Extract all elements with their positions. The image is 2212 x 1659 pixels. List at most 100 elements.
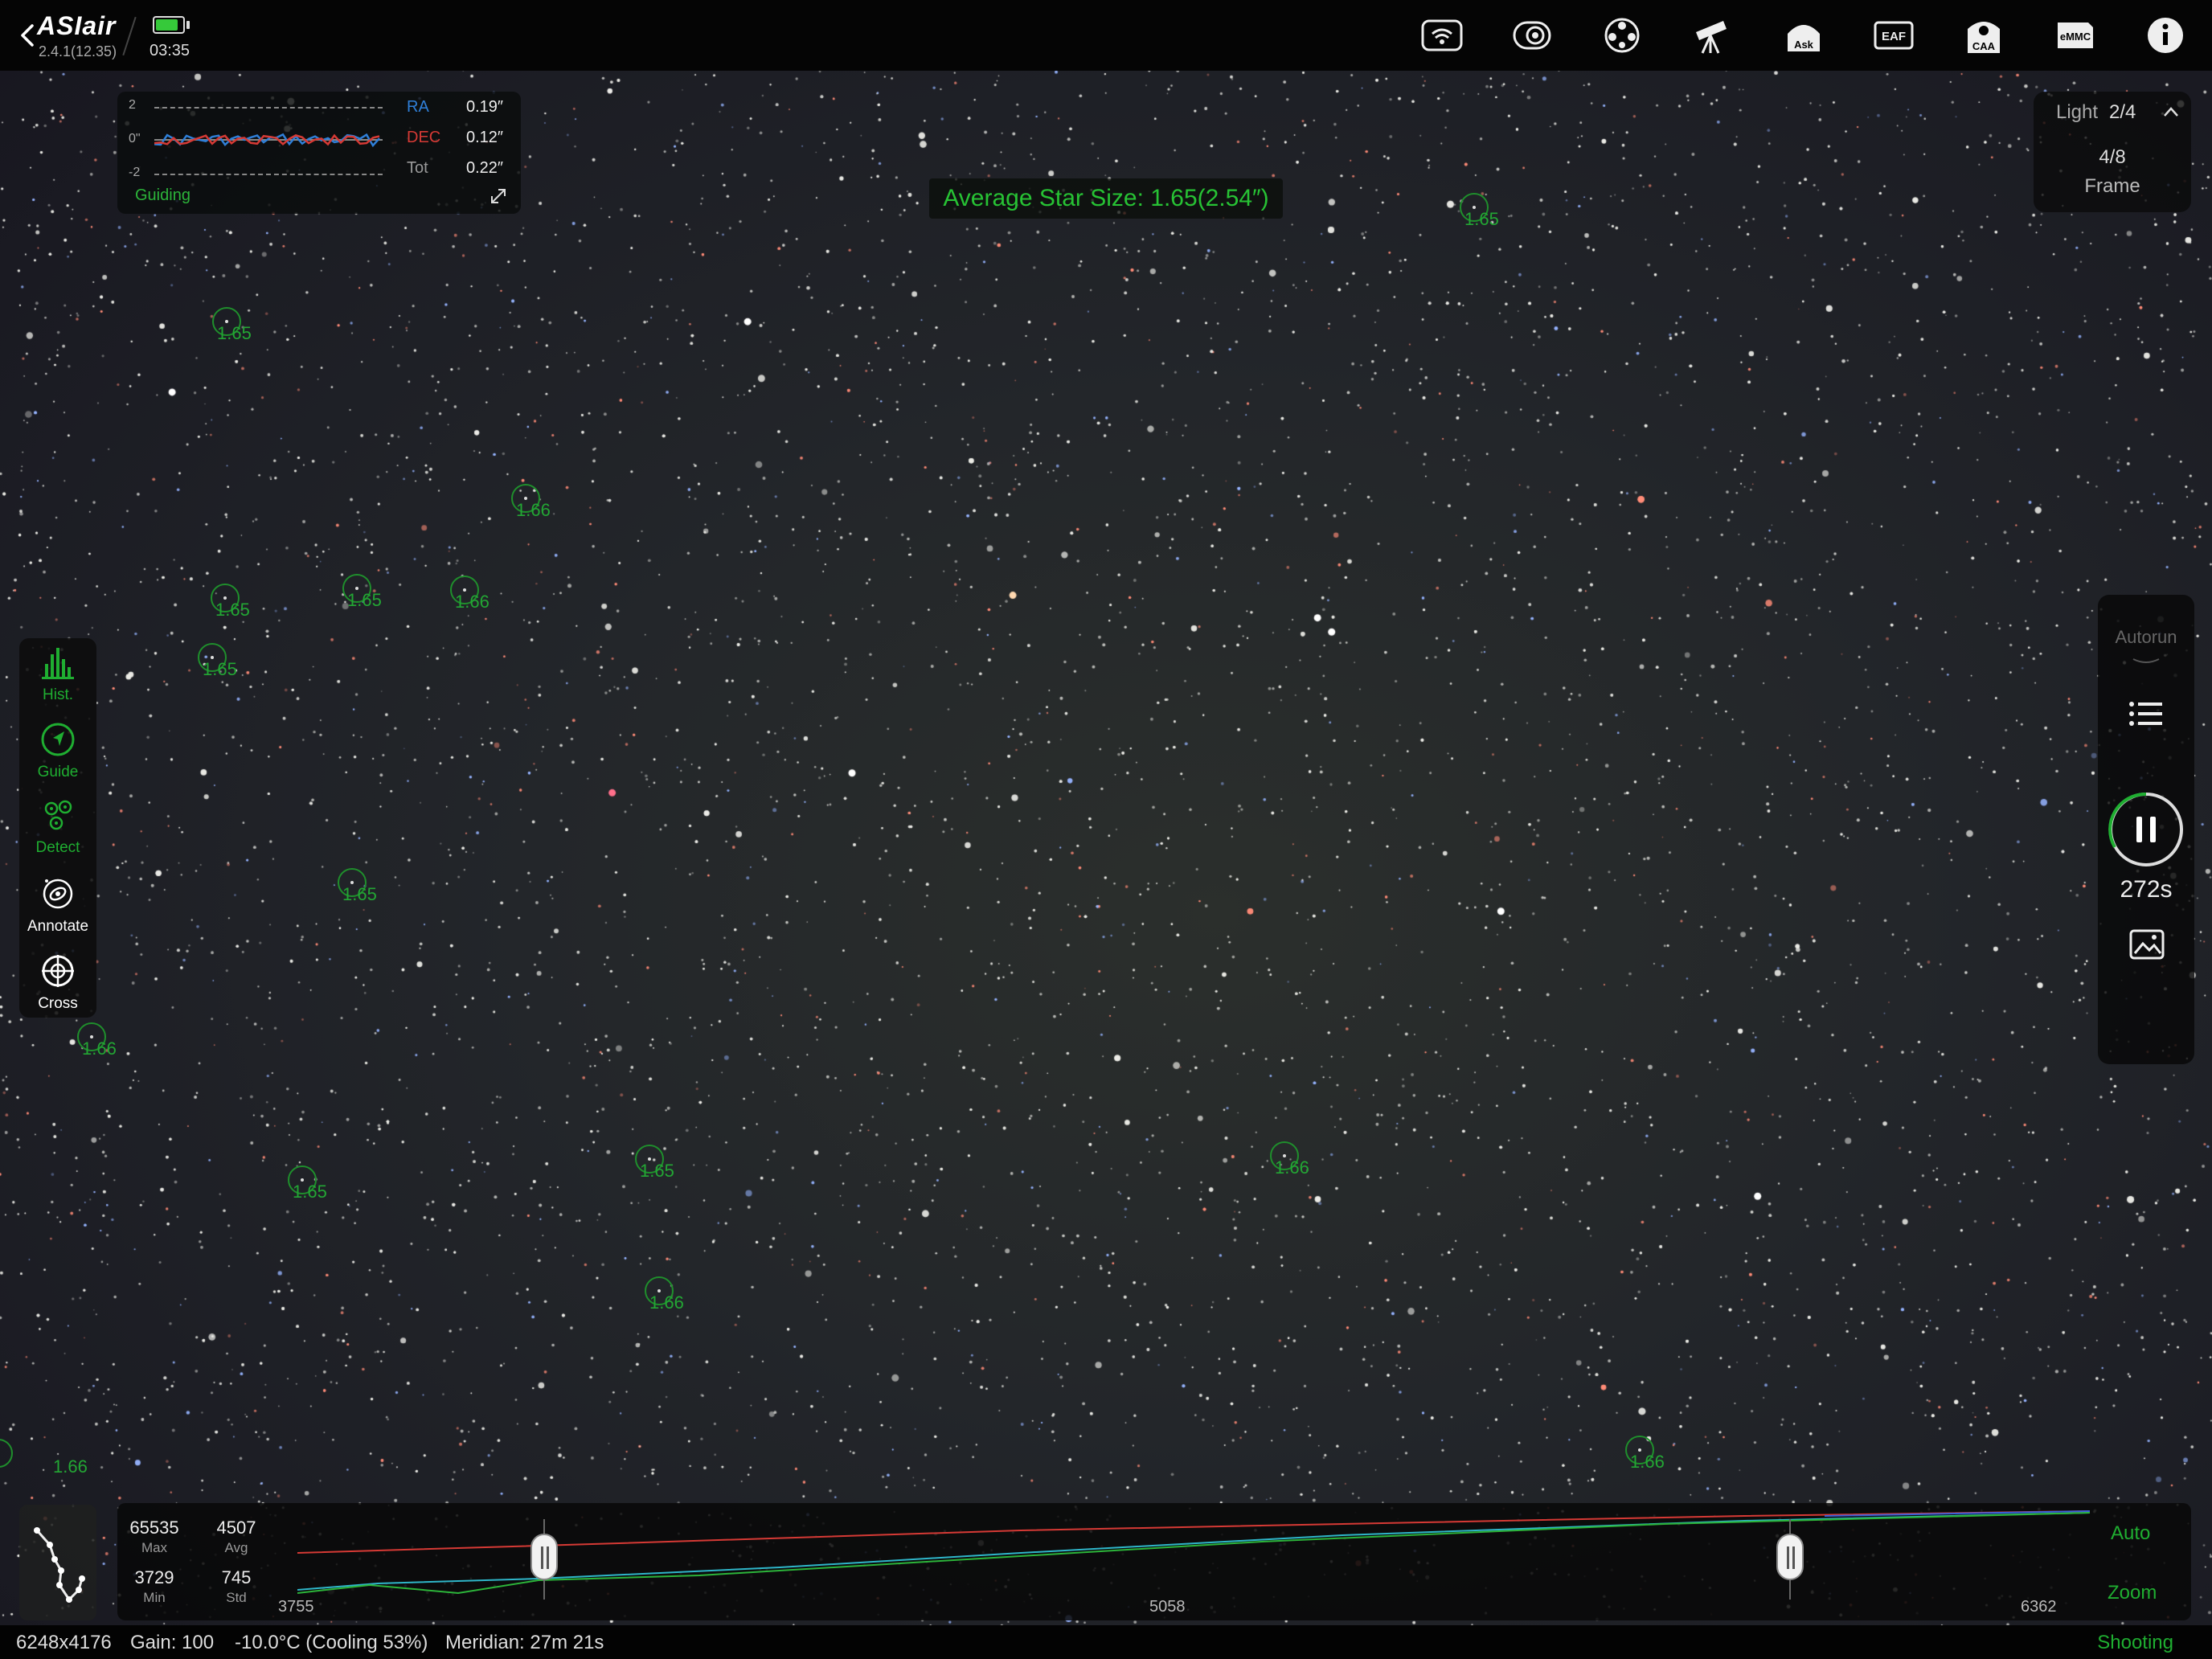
star-marker: 1.66 <box>1625 1436 1665 1472</box>
emmc-icon[interactable]: eMMC <box>2053 14 2098 56</box>
star-marker: 1.66 <box>77 1022 117 1059</box>
star-marker: 1.65 <box>635 1145 674 1181</box>
guide-button[interactable]: Guide <box>19 719 96 791</box>
std-value: 745 <box>221 1567 252 1587</box>
hist-label: Hist. <box>43 686 73 703</box>
camera-icon[interactable] <box>1509 14 1555 56</box>
ra-label: RA <box>407 98 429 116</box>
plan-list-icon[interactable] <box>2128 699 2164 728</box>
annotate-button[interactable]: Annotate <box>19 873 96 945</box>
shooting-status: Shooting <box>2097 1632 2173 1653</box>
guiding-status: Guiding <box>135 186 190 204</box>
svg-text:eMMC: eMMC <box>2060 31 2091 43</box>
detect-label: Detect <box>35 839 80 856</box>
chevron-down-icon[interactable] <box>2130 656 2162 666</box>
star-marker: 1.66 <box>450 576 490 612</box>
divider <box>122 16 137 56</box>
auto-stretch-button[interactable]: Auto <box>2111 1522 2150 1545</box>
star-marker: 1.66 <box>511 484 551 520</box>
resolution: 6248x4176 <box>16 1632 112 1653</box>
histogram-panel: 65535 Max 4507 Avg 3729 Min 745 Std 3755… <box>117 1503 2191 1620</box>
temperature: -10.0°C (Cooling 53%) <box>235 1632 428 1653</box>
caa-icon[interactable]: CAA <box>1961 14 2006 56</box>
axis-bottom: -2 <box>129 166 141 179</box>
svg-text:Ask: Ask <box>1794 39 1814 51</box>
wifi-icon[interactable] <box>1419 14 1464 56</box>
histogram-icon <box>42 648 74 679</box>
tick-mid: 5058 <box>1149 1598 1186 1616</box>
avg-label: Avg <box>224 1540 248 1555</box>
dashed-line <box>154 107 383 109</box>
white-point-slider[interactable] <box>1776 1534 1804 1580</box>
frame-count: 4/8 <box>2099 146 2126 168</box>
ask-icon[interactable]: Ask <box>1781 14 1826 56</box>
guiding-graph-panel[interactable]: 2 0" -2 RA 0.19″ DEC 0.12″ Tot 0.22″ Gui… <box>117 92 521 214</box>
star-marker: 1.65 <box>198 643 237 679</box>
constellation-icon <box>34 1527 85 1603</box>
star-marker: 1.66 <box>645 1276 684 1313</box>
sky-image[interactable] <box>0 0 2212 1659</box>
constellation-button[interactable] <box>19 1505 96 1620</box>
guide-label: Guide <box>37 764 79 780</box>
cross-label: Cross <box>38 995 78 1012</box>
guide-icon <box>41 723 75 756</box>
tot-value: 0.22″ <box>466 159 504 177</box>
min-value: 3729 <box>134 1567 174 1587</box>
star-marker: 1.65 <box>342 574 382 610</box>
star-marker: 1.65 <box>212 307 252 343</box>
star-marker: 1.65 <box>1460 193 1499 229</box>
annotate-label: Annotate <box>27 918 89 935</box>
filter-wheel-icon[interactable] <box>1600 14 1645 56</box>
detect-button[interactable]: Detect <box>19 794 96 866</box>
crosshair-icon <box>42 955 74 987</box>
avg-value: 4507 <box>216 1518 256 1538</box>
gain: Gain: 100 <box>130 1632 215 1653</box>
star-marker: 1.66 <box>0 1439 88 1477</box>
svg-text:CAA: CAA <box>1972 40 1996 52</box>
histogram-curves <box>297 1510 2091 1595</box>
max-value: 65535 <box>129 1518 179 1538</box>
status-bar: 6248x4176 Gain: 100 -10.0°C (Cooling 53%… <box>0 1625 2212 1659</box>
axis-mid: 0" <box>129 132 141 145</box>
eaf-icon[interactable]: EAF <box>1871 14 1916 56</box>
frame-panel[interactable]: Light 2/4 4/8 Frame <box>2034 92 2191 212</box>
clock: 03:35 <box>150 42 190 59</box>
telescope-mount-icon[interactable] <box>1690 14 1735 56</box>
tot-label: Tot <box>407 159 428 177</box>
star-field <box>0 0 2212 1659</box>
svg-text:EAF: EAF <box>1882 30 1906 43</box>
exposure-countdown: 272s <box>2120 876 2173 903</box>
dashed-line <box>154 174 383 175</box>
hist-button[interactable]: Hist. <box>19 641 96 714</box>
annotate-galaxy-icon <box>43 879 73 909</box>
battery-icon <box>153 16 185 34</box>
detect-stars-icon <box>44 800 72 830</box>
black-point-slider[interactable] <box>530 1534 558 1580</box>
meridian: Meridian: 27m 21s <box>445 1632 604 1653</box>
ra-value: 0.19″ <box>466 98 504 116</box>
star-marker: 1.65 <box>288 1165 327 1202</box>
axis-top: 2 <box>129 98 136 112</box>
tick-right: 6362 <box>2021 1598 2057 1616</box>
image-preview-icon[interactable] <box>2128 928 2165 960</box>
guiding-graph <box>154 133 383 148</box>
battery-tip <box>186 21 190 29</box>
app-logo: ASIair <box>37 11 117 40</box>
left-toolbar: Hist. Guide Detect Annotate Cross <box>19 638 96 1018</box>
frame-label: Frame <box>2084 175 2140 197</box>
dec-value: 0.12″ <box>466 129 504 146</box>
cross-button[interactable]: Cross <box>19 950 96 1022</box>
info-icon[interactable] <box>2143 14 2188 56</box>
pause-button[interactable] <box>2108 791 2185 868</box>
app-version: 2.4.1(12.35) <box>39 43 117 59</box>
frame-type: Light <box>2056 101 2099 123</box>
top-bar: ASIair 2.4.1(12.35) 03:35 Ask EAF CAA eM… <box>0 0 2212 71</box>
tick-left: 3755 <box>278 1598 314 1616</box>
capture-control-panel: Autorun 272s <box>2098 595 2194 1064</box>
expand-icon[interactable] <box>489 186 508 206</box>
chevron-up-icon[interactable] <box>2162 104 2180 119</box>
zoom-button[interactable]: Zoom <box>2108 1582 2157 1604</box>
star-marker: 1.65 <box>338 868 377 904</box>
star-marker: 1.66 <box>1270 1141 1309 1178</box>
autorun-label[interactable]: Autorun <box>2098 627 2194 648</box>
